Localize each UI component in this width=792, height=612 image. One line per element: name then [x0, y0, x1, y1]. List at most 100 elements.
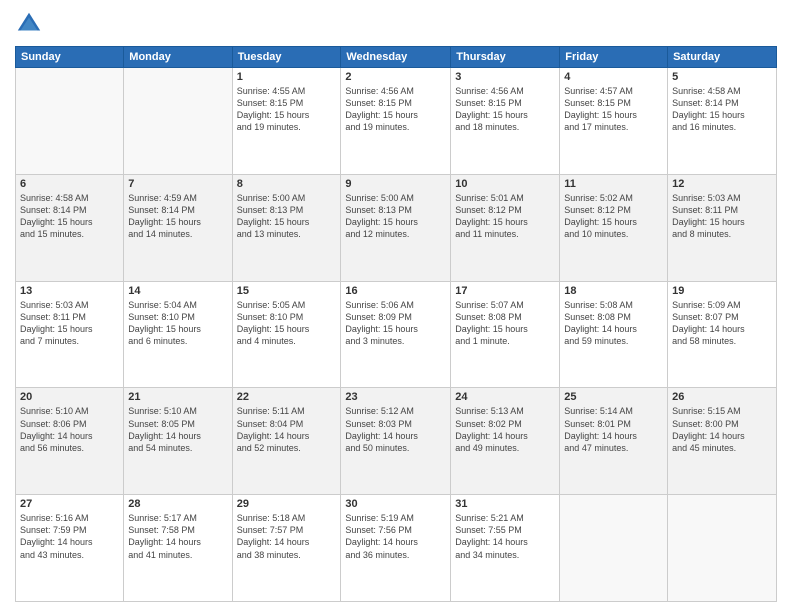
day-info: Sunrise: 5:16 AM Sunset: 7:59 PM Dayligh… — [20, 512, 119, 561]
day-info: Sunrise: 5:12 AM Sunset: 8:03 PM Dayligh… — [345, 405, 446, 454]
weekday-header-sunday: Sunday — [16, 47, 124, 68]
day-info: Sunrise: 4:56 AM Sunset: 8:15 PM Dayligh… — [345, 85, 446, 134]
header — [15, 10, 777, 38]
day-number: 5 — [672, 71, 772, 83]
day-info: Sunrise: 5:06 AM Sunset: 8:09 PM Dayligh… — [345, 299, 446, 348]
calendar-cell — [668, 495, 777, 602]
day-info: Sunrise: 5:10 AM Sunset: 8:05 PM Dayligh… — [128, 405, 227, 454]
calendar-week-row: 1 Sunrise: 4:55 AM Sunset: 8:15 PM Daylig… — [16, 68, 777, 175]
day-info: Sunrise: 4:57 AM Sunset: 8:15 PM Dayligh… — [564, 85, 663, 134]
day-info: Sunrise: 5:14 AM Sunset: 8:01 PM Dayligh… — [564, 405, 663, 454]
day-number: 9 — [345, 178, 446, 190]
calendar-week-row: 6 Sunrise: 4:58 AM Sunset: 8:14 PM Daylig… — [16, 174, 777, 281]
day-number: 12 — [672, 178, 772, 190]
day-info: Sunrise: 4:58 AM Sunset: 8:14 PM Dayligh… — [672, 85, 772, 134]
day-info: Sunrise: 5:02 AM Sunset: 8:12 PM Dayligh… — [564, 192, 663, 241]
weekday-header-monday: Monday — [124, 47, 232, 68]
weekday-header-friday: Friday — [560, 47, 668, 68]
calendar-cell: 15 Sunrise: 5:05 AM Sunset: 8:10 PM Dayli… — [232, 281, 341, 388]
day-number: 11 — [564, 178, 663, 190]
calendar-cell: 16 Sunrise: 5:06 AM Sunset: 8:09 PM Dayli… — [341, 281, 451, 388]
calendar-cell: 17 Sunrise: 5:07 AM Sunset: 8:08 PM Dayli… — [451, 281, 560, 388]
day-info: Sunrise: 5:13 AM Sunset: 8:02 PM Dayligh… — [455, 405, 555, 454]
calendar-cell: 26Sunrise: 5:15 AM Sunset: 8:00 PM Dayli… — [668, 388, 777, 495]
calendar-cell: 9 Sunrise: 5:00 AM Sunset: 8:13 PM Daylig… — [341, 174, 451, 281]
calendar-cell: 21 Sunrise: 5:10 AM Sunset: 8:05 PM Dayli… — [124, 388, 232, 495]
calendar-cell: 30 Sunrise: 5:19 AM Sunset: 7:56 PM Dayli… — [341, 495, 451, 602]
calendar-week-row: 27 Sunrise: 5:16 AM Sunset: 7:59 PM Dayli… — [16, 495, 777, 602]
day-number: 27 — [20, 498, 119, 510]
calendar-cell: 20 Sunrise: 5:10 AM Sunset: 8:06 PM Dayli… — [16, 388, 124, 495]
day-info: Sunrise: 5:21 AM Sunset: 7:55 PM Dayligh… — [455, 512, 555, 561]
calendar-cell: 14 Sunrise: 5:04 AM Sunset: 8:10 PM Dayli… — [124, 281, 232, 388]
day-number: 6 — [20, 178, 119, 190]
day-info: Sunrise: 5:03 AM Sunset: 8:11 PM Dayligh… — [20, 299, 119, 348]
weekday-header-wednesday: Wednesday — [341, 47, 451, 68]
day-number: 15 — [237, 285, 337, 297]
calendar-cell: 18Sunrise: 5:08 AM Sunset: 8:08 PM Dayli… — [560, 281, 668, 388]
calendar-cell: 28Sunrise: 5:17 AM Sunset: 7:58 PM Dayli… — [124, 495, 232, 602]
calendar-cell: 5 Sunrise: 4:58 AM Sunset: 8:14 PM Daylig… — [668, 68, 777, 175]
calendar-cell: 4 Sunrise: 4:57 AM Sunset: 8:15 PM Daylig… — [560, 68, 668, 175]
day-number: 17 — [455, 285, 555, 297]
calendar: SundayMondayTuesdayWednesdayThursdayFrid… — [15, 46, 777, 602]
calendar-cell: 24Sunrise: 5:13 AM Sunset: 8:02 PM Dayli… — [451, 388, 560, 495]
day-number: 31 — [455, 498, 555, 510]
calendar-cell — [124, 68, 232, 175]
day-number: 20 — [20, 391, 119, 403]
day-number: 30 — [345, 498, 446, 510]
weekday-header-tuesday: Tuesday — [232, 47, 341, 68]
day-info: Sunrise: 4:55 AM Sunset: 8:15 PM Dayligh… — [237, 85, 337, 134]
weekday-header-row: SundayMondayTuesdayWednesdayThursdayFrid… — [16, 47, 777, 68]
calendar-cell: 6 Sunrise: 4:58 AM Sunset: 8:14 PM Daylig… — [16, 174, 124, 281]
day-info: Sunrise: 4:59 AM Sunset: 8:14 PM Dayligh… — [128, 192, 227, 241]
calendar-cell: 11 Sunrise: 5:02 AM Sunset: 8:12 PM Dayli… — [560, 174, 668, 281]
day-info: Sunrise: 5:03 AM Sunset: 8:11 PM Dayligh… — [672, 192, 772, 241]
day-info: Sunrise: 5:00 AM Sunset: 8:13 PM Dayligh… — [345, 192, 446, 241]
calendar-cell — [560, 495, 668, 602]
day-info: Sunrise: 5:04 AM Sunset: 8:10 PM Dayligh… — [128, 299, 227, 348]
day-info: Sunrise: 4:56 AM Sunset: 8:15 PM Dayligh… — [455, 85, 555, 134]
calendar-cell: 1 Sunrise: 4:55 AM Sunset: 8:15 PM Daylig… — [232, 68, 341, 175]
day-number: 23 — [345, 391, 446, 403]
day-number: 16 — [345, 285, 446, 297]
day-number: 4 — [564, 71, 663, 83]
day-number: 3 — [455, 71, 555, 83]
day-number: 21 — [128, 391, 227, 403]
logo-icon — [15, 10, 43, 38]
day-info: Sunrise: 4:58 AM Sunset: 8:14 PM Dayligh… — [20, 192, 119, 241]
calendar-cell: 27 Sunrise: 5:16 AM Sunset: 7:59 PM Dayli… — [16, 495, 124, 602]
day-number: 14 — [128, 285, 227, 297]
day-number: 28 — [128, 498, 227, 510]
day-info: Sunrise: 5:18 AM Sunset: 7:57 PM Dayligh… — [237, 512, 337, 561]
day-number: 25 — [564, 391, 663, 403]
calendar-cell: 8Sunrise: 5:00 AM Sunset: 8:13 PM Daylig… — [232, 174, 341, 281]
day-number: 8 — [237, 178, 337, 190]
calendar-cell: 12 Sunrise: 5:03 AM Sunset: 8:11 PM Dayli… — [668, 174, 777, 281]
day-number: 26 — [672, 391, 772, 403]
calendar-cell: 22Sunrise: 5:11 AM Sunset: 8:04 PM Dayli… — [232, 388, 341, 495]
day-number: 1 — [237, 71, 337, 83]
day-info: Sunrise: 5:10 AM Sunset: 8:06 PM Dayligh… — [20, 405, 119, 454]
day-number: 10 — [455, 178, 555, 190]
day-info: Sunrise: 5:09 AM Sunset: 8:07 PM Dayligh… — [672, 299, 772, 348]
day-number: 13 — [20, 285, 119, 297]
day-number: 7 — [128, 178, 227, 190]
calendar-cell: 3 Sunrise: 4:56 AM Sunset: 8:15 PM Daylig… — [451, 68, 560, 175]
day-info: Sunrise: 5:19 AM Sunset: 7:56 PM Dayligh… — [345, 512, 446, 561]
day-number: 29 — [237, 498, 337, 510]
day-info: Sunrise: 5:08 AM Sunset: 8:08 PM Dayligh… — [564, 299, 663, 348]
calendar-week-row: 13 Sunrise: 5:03 AM Sunset: 8:11 PM Dayli… — [16, 281, 777, 388]
calendar-cell — [16, 68, 124, 175]
day-info: Sunrise: 5:07 AM Sunset: 8:08 PM Dayligh… — [455, 299, 555, 348]
calendar-week-row: 20 Sunrise: 5:10 AM Sunset: 8:06 PM Dayli… — [16, 388, 777, 495]
weekday-header-saturday: Saturday — [668, 47, 777, 68]
weekday-header-thursday: Thursday — [451, 47, 560, 68]
calendar-cell: 31 Sunrise: 5:21 AM Sunset: 7:55 PM Dayli… — [451, 495, 560, 602]
day-number: 2 — [345, 71, 446, 83]
day-number: 22 — [237, 391, 337, 403]
calendar-cell: 19Sunrise: 5:09 AM Sunset: 8:07 PM Dayli… — [668, 281, 777, 388]
calendar-cell: 10Sunrise: 5:01 AM Sunset: 8:12 PM Dayli… — [451, 174, 560, 281]
day-info: Sunrise: 5:05 AM Sunset: 8:10 PM Dayligh… — [237, 299, 337, 348]
logo — [15, 10, 45, 38]
